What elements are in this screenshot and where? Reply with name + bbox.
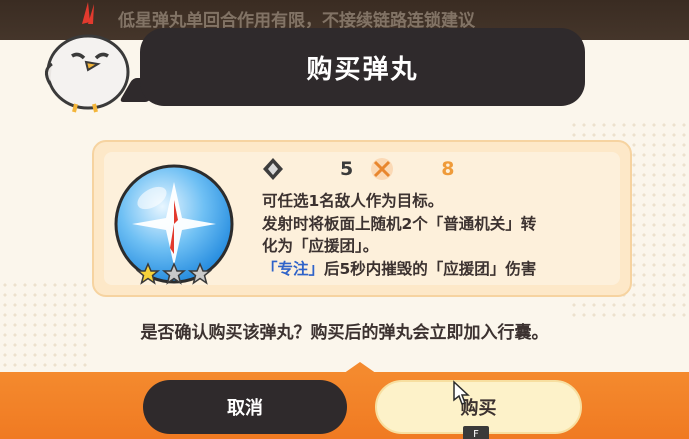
- buy-key-hint: F: [463, 426, 489, 439]
- star-filled-icon: [136, 262, 161, 285]
- description-line: 发射时将板面上随机2个「普通机关」转: [262, 214, 537, 233]
- confirm-message: 是否确认购买该弹丸？购买后的弹丸会立即加入行囊。: [140, 323, 549, 343]
- description-line: 可任选1名敌人作为目标。: [262, 192, 444, 210]
- chicken-mascot-icon: [45, 2, 130, 113]
- item-stats: 5 8: [260, 155, 454, 183]
- dialog-title: 购买弹丸: [306, 54, 419, 85]
- shield-badge-icon: [263, 158, 283, 180]
- cancel-button[interactable]: 取消: [143, 380, 347, 434]
- star-empty-icon: [187, 262, 213, 285]
- crossed-swords-icon: [371, 158, 394, 180]
- description-line: 化为「应援团」。: [262, 237, 379, 255]
- star-empty-icon: [161, 262, 187, 285]
- stat-value-1: 5: [340, 158, 354, 180]
- mouse-cursor-icon: [453, 380, 470, 405]
- item-description: 可任选1名敌人作为目标。 发射时将板面上随机2个「普通机关」转 化为「应援团」。…: [262, 190, 607, 280]
- description-line: 「专注」后5秒内摧毁的「应援团」伤害: [262, 258, 607, 281]
- stat-value-2: 8: [441, 158, 455, 180]
- keyword-highlight: 「专注」: [262, 259, 325, 278]
- dialog-title-bar: 购买弹丸: [140, 28, 585, 106]
- rarity-stars: [136, 262, 213, 285]
- description-line-rest: 后5秒内摧毁的「应援团」伤害: [324, 259, 537, 278]
